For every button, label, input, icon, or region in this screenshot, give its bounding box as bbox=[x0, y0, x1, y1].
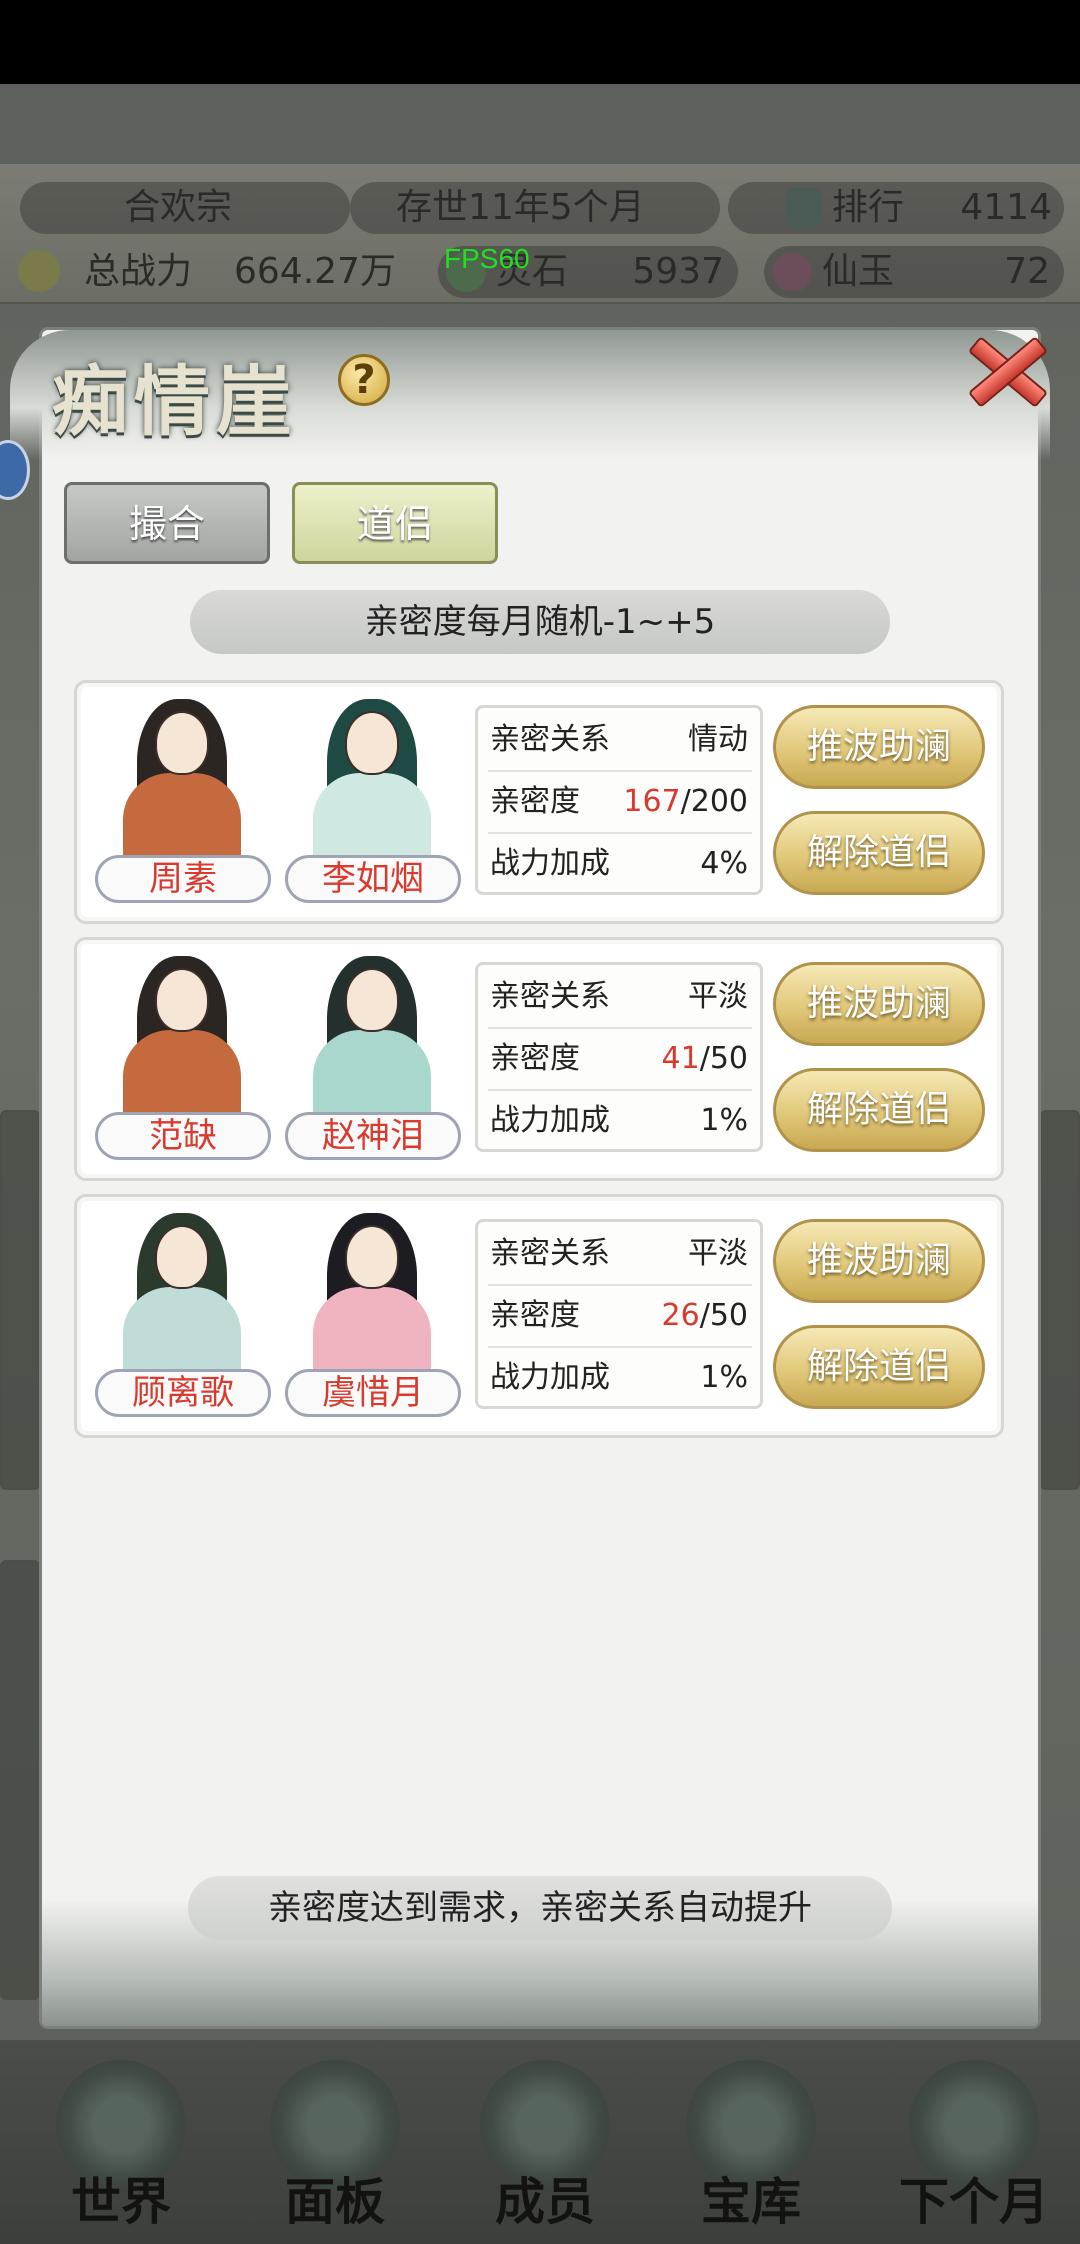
dissolve-partner-button[interactable]: 解除道侣 bbox=[773, 811, 985, 895]
portrait-right[interactable]: 虞惜月 bbox=[277, 1207, 467, 1425]
relation-label: 亲密关系 bbox=[490, 722, 610, 757]
intimacy-label: 亲密度 bbox=[490, 784, 580, 819]
relation-row: 亲密关系 平淡 bbox=[488, 1224, 752, 1284]
boost-button[interactable]: 推波助澜 bbox=[773, 705, 985, 789]
power-bonus-label: 战力加成 bbox=[490, 846, 610, 881]
rank-label: 排行 bbox=[832, 187, 905, 228]
nav-members-label: 成员 bbox=[495, 2172, 595, 2231]
power-cell: 总战力 664.27万 bbox=[8, 246, 438, 298]
power-icon bbox=[18, 250, 60, 292]
jade-label: 仙玉 bbox=[822, 251, 895, 292]
nav-next-month[interactable]: 下个月 bbox=[876, 2060, 1072, 2244]
relation-row: 亲密关系 平淡 bbox=[488, 967, 752, 1027]
background-panel-left bbox=[0, 1110, 40, 1490]
nav-treasury[interactable]: 宝库 bbox=[666, 2060, 836, 2244]
power-bonus-value: 1% bbox=[700, 1103, 748, 1138]
nav-panel-label: 面板 bbox=[285, 2172, 385, 2231]
portrait-left[interactable]: 范缺 bbox=[87, 950, 277, 1168]
dissolve-partner-button[interactable]: 解除道侣 bbox=[773, 1068, 985, 1152]
power-bonus-value: 4% bbox=[700, 846, 748, 881]
boost-button[interactable]: 推波助澜 bbox=[773, 1219, 985, 1303]
power-bonus-label: 战力加成 bbox=[490, 1360, 610, 1395]
sect-name-cell: 合欢宗 bbox=[20, 182, 350, 234]
spirit-stone-value: 5937 bbox=[632, 251, 724, 292]
relation-value: 平淡 bbox=[688, 1236, 748, 1271]
status-bar bbox=[0, 0, 1080, 84]
tab-partners[interactable]: 道侣 bbox=[292, 482, 498, 564]
intimacy-current: 41 bbox=[661, 1041, 700, 1076]
intimacy-label: 亲密度 bbox=[490, 1041, 580, 1076]
rank-value: 4114 bbox=[960, 187, 1052, 228]
intimacy-current: 167 bbox=[623, 784, 681, 819]
nav-members[interactable]: 成员 bbox=[460, 2060, 630, 2244]
jade-value: 72 bbox=[1004, 251, 1050, 292]
sect-age: 存世11年5个月 bbox=[396, 187, 645, 228]
intimacy-row: 亲密度 41/50 bbox=[488, 1029, 752, 1089]
intimacy-label: 亲密度 bbox=[490, 1298, 580, 1333]
couple-stats: 亲密关系 情动 亲密度 167/200 战力加成 4% bbox=[475, 705, 763, 895]
power-bonus-row: 战力加成 1% bbox=[488, 1348, 752, 1408]
nav-panel[interactable]: 面板 bbox=[250, 2060, 420, 2244]
fps-counter: FPS60 bbox=[444, 243, 530, 274]
nav-world-label: 世界 bbox=[71, 2172, 171, 2231]
intimacy-current: 26 bbox=[661, 1298, 700, 1333]
modal-title: 痴情崖 bbox=[52, 357, 298, 446]
boost-button[interactable]: 推波助澜 bbox=[773, 962, 985, 1046]
background-panel-right bbox=[1040, 1110, 1080, 1490]
relation-row: 亲密关系 情动 bbox=[488, 710, 752, 770]
portrait-left[interactable]: 顾离歌 bbox=[87, 1207, 277, 1425]
tab-matchmaking[interactable]: 撮合 bbox=[64, 482, 270, 564]
intimacy-max: /200 bbox=[680, 784, 748, 819]
nav-world[interactable]: 世界 bbox=[36, 2060, 206, 2244]
character-name: 虞惜月 bbox=[285, 1369, 461, 1417]
relation-label: 亲密关系 bbox=[490, 1236, 610, 1271]
jade-icon bbox=[772, 252, 812, 292]
couple-stats: 亲密关系 平淡 亲密度 41/50 战力加成 1% bbox=[475, 962, 763, 1152]
jade-cell: 仙玉 72 bbox=[764, 246, 1064, 298]
age-cell: 存世11年5个月 bbox=[350, 182, 720, 234]
footer-banner: 亲密度达到需求，亲密关系自动提升 bbox=[188, 1876, 892, 1940]
couple-stats: 亲密关系 平淡 亲密度 26/50 战力加成 1% bbox=[475, 1219, 763, 1409]
power-value: 664.27万 bbox=[234, 251, 396, 292]
intimacy-row: 亲密度 167/200 bbox=[488, 772, 752, 832]
sect-name: 合欢宗 bbox=[124, 187, 233, 228]
info-banner: 亲密度每月随机-1~+5 bbox=[190, 590, 890, 654]
portrait-right[interactable]: 赵神泪 bbox=[277, 950, 467, 1168]
background-panel-left-2 bbox=[0, 1560, 40, 2000]
couple-card: 周素 李如烟 亲密关系 情动 亲密度 167/200 战力加成 4% 推波助澜 … bbox=[74, 680, 1004, 924]
couple-card: 顾离歌 虞惜月 亲密关系 平淡 亲密度 26/50 战力加成 1% 推波助澜 解… bbox=[74, 1194, 1004, 1438]
power-bonus-row: 战力加成 1% bbox=[488, 1091, 752, 1151]
character-name: 李如烟 bbox=[285, 855, 461, 903]
couple-card: 范缺 赵神泪 亲密关系 平淡 亲密度 41/50 战力加成 1% 推波助澜 解除… bbox=[74, 937, 1004, 1181]
intimacy-max: /50 bbox=[699, 1041, 748, 1076]
help-icon[interactable]: ? bbox=[338, 354, 390, 406]
character-name: 顾离歌 bbox=[95, 1369, 271, 1417]
intimacy-max: /50 bbox=[699, 1298, 748, 1333]
rank-icon bbox=[786, 188, 822, 228]
power-bonus-value: 1% bbox=[700, 1360, 748, 1395]
relation-label: 亲密关系 bbox=[490, 979, 610, 1014]
nav-next-month-label: 下个月 bbox=[899, 2172, 1049, 2231]
relation-value: 平淡 bbox=[688, 979, 748, 1014]
power-label: 总战力 bbox=[84, 251, 193, 292]
rank-cell[interactable]: 排行 4114 bbox=[728, 182, 1064, 234]
portrait-left[interactable]: 周素 bbox=[87, 693, 277, 911]
power-bonus-label: 战力加成 bbox=[490, 1103, 610, 1138]
power-bonus-row: 战力加成 4% bbox=[488, 834, 752, 894]
character-name: 赵神泪 bbox=[285, 1112, 461, 1160]
nav-treasury-label: 宝库 bbox=[701, 2172, 801, 2231]
character-name: 周素 bbox=[95, 855, 271, 903]
character-name: 范缺 bbox=[95, 1112, 271, 1160]
dissolve-partner-button[interactable]: 解除道侣 bbox=[773, 1325, 985, 1409]
relation-value: 情动 bbox=[688, 722, 748, 757]
close-icon[interactable] bbox=[962, 326, 1048, 412]
resource-bar: 合欢宗 存世11年5个月 排行 4114 总战力 664.27万 灵石 5937… bbox=[0, 164, 1080, 304]
intimacy-row: 亲密度 26/50 bbox=[488, 1286, 752, 1346]
portrait-right[interactable]: 李如烟 bbox=[277, 693, 467, 911]
